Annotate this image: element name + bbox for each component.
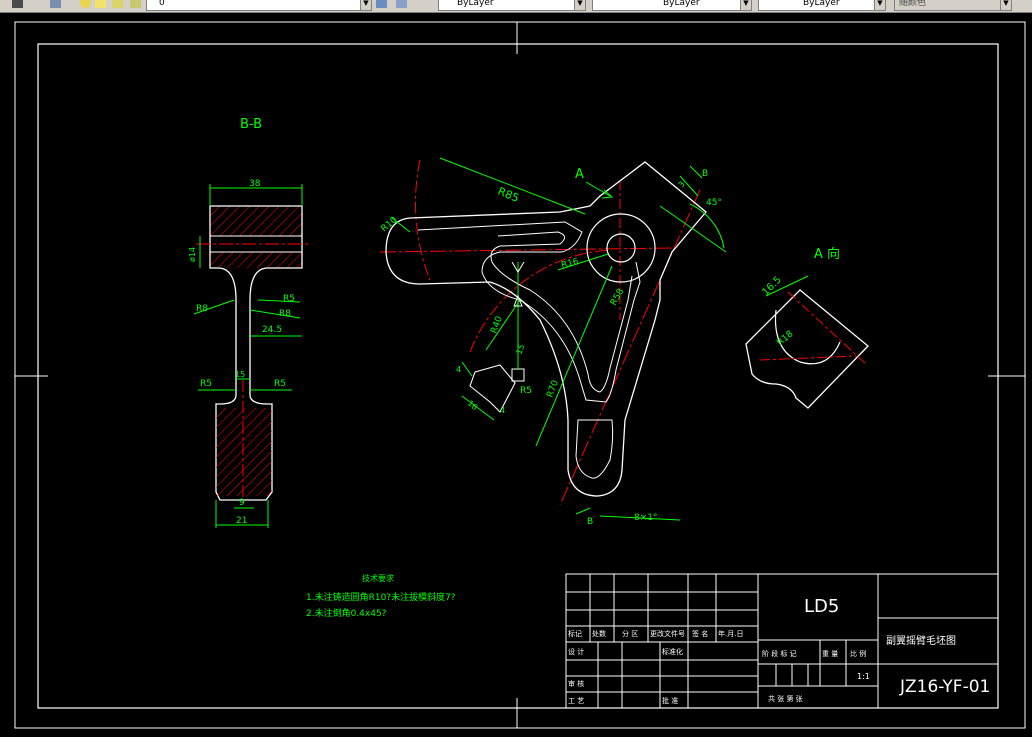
- view-arrow-a-label: A: [575, 167, 584, 182]
- color-dropdown-value: ByLayer: [457, 0, 494, 8]
- cell-jieduan: 阶 段 标 记: [762, 649, 797, 658]
- technical-notes: 技术要求 1.未注铸造圆角R10?未注拔模斜度7? 2.未注倒角0.4x45?: [306, 573, 456, 619]
- cell-qianming: 签 名: [692, 629, 708, 638]
- dim-r8-right: R8: [279, 309, 291, 319]
- section-label: B-B: [240, 117, 262, 132]
- part-name-label: 副翼摇臂毛坯图: [886, 634, 956, 647]
- cell-pizhun: 批 准: [662, 696, 678, 705]
- cell-biaoji: 标记: [568, 629, 582, 638]
- dim-4b: 4: [500, 406, 505, 415]
- dim-21: 21: [236, 516, 247, 526]
- cell-nianyueri: 年.月.日: [718, 629, 743, 638]
- layer-lock-icon[interactable]: [112, 0, 123, 8]
- plotstyle-dropdown-value: 随颜色: [899, 0, 927, 8]
- dim-15: 15: [235, 370, 245, 379]
- linetype-dropdown[interactable]: ByLayer ▼: [592, 0, 752, 11]
- material-label: LD5: [804, 596, 839, 617]
- section-hatch-bottom: [216, 408, 272, 496]
- drawing-canvas[interactable]: B-B 38 ø14 R8 R5 R8 24.5 15 R5 R5 9 21 R…: [0, 12, 1032, 737]
- cell-chushu: 处数: [592, 629, 606, 638]
- part-outer-outline: [385, 161, 707, 497]
- dim-38: 38: [249, 179, 261, 189]
- cell-gengai: 更改文件号: [650, 629, 685, 638]
- notes-title: 技术要求: [362, 573, 394, 583]
- layer-dropdown-value: 0: [159, 0, 165, 8]
- dim-9: 9: [239, 498, 245, 508]
- dim-r70: R70: [545, 379, 561, 399]
- section-arrow-b-bottom: B: [587, 517, 593, 527]
- layer-color-icon[interactable]: [130, 0, 141, 8]
- view-a: A 向 16.5 R18: [745, 246, 869, 409]
- dim-r58: R58: [609, 287, 627, 308]
- outer-sheet-border: [14, 21, 1026, 729]
- cell-bili: 比 例: [850, 649, 866, 658]
- cell-biaozhunhua: 标准化: [662, 647, 683, 656]
- notes-line-2: 2.未注倒角0.4x45?: [306, 607, 387, 619]
- dim-45-deg: 45°: [706, 198, 722, 208]
- lineweight-dropdown[interactable]: ByLayer ▼: [758, 0, 886, 11]
- dim-r5-left: R5: [200, 379, 212, 389]
- dim-d14: ø14: [188, 247, 197, 262]
- dim-r18: R18: [776, 329, 796, 348]
- hub-bore: [606, 233, 636, 263]
- dim-8: 8×1°: [634, 513, 658, 523]
- dim-24-5: 24.5: [262, 325, 282, 335]
- plotstyle-dropdown[interactable]: 随颜色 ▼: [894, 0, 1012, 11]
- layer-freeze-icon[interactable]: [95, 0, 106, 8]
- layer-on-icon[interactable]: [80, 0, 91, 8]
- cell-sheji: 设 计: [568, 647, 584, 656]
- dim-r5-top: R5: [283, 294, 295, 304]
- cell-gongyi: 工 艺: [568, 697, 584, 705]
- datum-box: [511, 368, 525, 382]
- lineweight-dropdown-value: ByLayer: [803, 0, 840, 8]
- dim-4a: 4: [456, 365, 461, 374]
- make-current-layer-icon[interactable]: [376, 0, 387, 8]
- main-centerline-h: [379, 247, 673, 253]
- dim-15-main: 15: [514, 343, 526, 356]
- drawing-number-label: JZ16-YF-01: [899, 677, 990, 697]
- chevron-down-icon[interactable]: ▼: [574, 0, 585, 10]
- linetype-dropdown-value: ByLayer: [663, 0, 700, 8]
- chevron-down-icon[interactable]: ▼: [360, 0, 371, 10]
- layer-states-icon[interactable]: [50, 0, 61, 8]
- section-arrow-b-top: B: [702, 169, 708, 179]
- dim-r5: R5: [520, 386, 532, 396]
- inner-drawing-frame: [37, 43, 999, 709]
- cell-fenqu: 分 区: [622, 629, 638, 638]
- section-view-bb: B-B 38 ø14 R8 R5 R8 24.5 15 R5 R5 9 21: [188, 117, 310, 528]
- cell-zhongliang: 重 量: [822, 650, 838, 658]
- cell-shenhe: 审 核: [568, 679, 584, 688]
- dim-3: 3: [677, 180, 687, 190]
- layer-manager-icon[interactable]: [12, 0, 23, 8]
- layer-previous-icon[interactable]: [396, 0, 407, 8]
- view-a-label: A 向: [814, 246, 840, 262]
- main-view: R85 R10 R16 R58 R40 R70 R5 4 4 16 15 45°…: [379, 157, 727, 527]
- chevron-down-icon[interactable]: ▼: [1000, 0, 1011, 10]
- dim-16-5: 16.5: [760, 275, 784, 299]
- dim-r5-right: R5: [274, 379, 286, 389]
- cell-gongzhang: 共 张 第 张: [768, 694, 803, 703]
- chevron-down-icon[interactable]: ▼: [740, 0, 751, 10]
- chevron-down-icon[interactable]: ▼: [874, 0, 885, 10]
- notes-line-1: 1.未注铸造圆角R10?未注拔模斜度7?: [306, 591, 456, 603]
- title-block-text: LD5 副翼摇臂毛坯图 JZ16-YF-01 1:1 标记 处数 分 区 更改文…: [568, 596, 990, 705]
- color-dropdown[interactable]: ByLayer ▼: [438, 0, 586, 11]
- layer-dropdown[interactable]: 0 ▼: [146, 0, 372, 11]
- scale-label: 1:1: [857, 672, 870, 681]
